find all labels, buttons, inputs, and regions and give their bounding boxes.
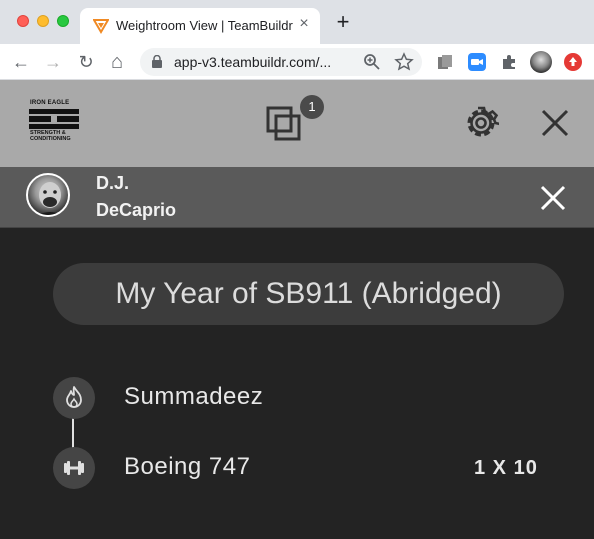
forward-button[interactable]: → — [42, 51, 64, 73]
window-zoom-button[interactable] — [57, 15, 69, 27]
app-header: IRON EAGLE STRENGTH & CONDITIONING 1 — [0, 80, 594, 167]
athlete-avatar — [26, 173, 70, 217]
notification-badge: 1 — [300, 95, 324, 119]
reload-button[interactable]: ↻ — [75, 51, 97, 73]
window-minimize-button[interactable] — [37, 15, 49, 27]
url-text: app-v3.teambuildr.com/... — [174, 54, 332, 70]
browser-toolbar: ← → ↻ ⌂ app-v3.teambuildr.com/... — [0, 44, 594, 80]
zoom-icon[interactable] — [362, 52, 382, 72]
logo-top-text: IRON EAGLE — [30, 100, 70, 106]
bookmark-star-icon[interactable] — [394, 52, 414, 72]
gear-icon[interactable] — [463, 105, 499, 141]
athlete-first-name: D.J. — [96, 173, 130, 193]
lock-icon — [152, 55, 162, 68]
upload-extension-icon[interactable] — [564, 53, 582, 71]
iron-eagle-logo: IRON EAGLE STRENGTH & CONDITIONING — [28, 100, 80, 146]
flame-icon — [66, 386, 82, 408]
tab-close-icon[interactable]: × — [294, 14, 314, 34]
close-athlete-icon[interactable] — [538, 183, 568, 213]
timeline-connector — [72, 418, 74, 448]
new-tab-button[interactable]: + — [333, 11, 353, 33]
exercise-summadeez[interactable]: Summadeez — [124, 383, 263, 411]
warmup-circle — [53, 377, 95, 419]
tab-title: Weightroom View | TeamBuildr — [116, 18, 293, 33]
extensions-puzzle-icon[interactable] — [500, 53, 518, 71]
address-bar[interactable]: app-v3.teambuildr.com/... — [140, 48, 422, 76]
dumbbell-icon — [64, 461, 84, 475]
profile-avatar[interactable] — [530, 51, 552, 73]
window-close-button[interactable] — [17, 15, 29, 27]
logo-emblem-icon — [29, 109, 79, 129]
zoom-extension-icon[interactable] — [468, 53, 486, 71]
teambuildr-favicon-icon — [93, 19, 109, 34]
athlete-photo-icon — [38, 182, 62, 215]
exercise-sets-reps: 1 X 10 — [474, 457, 538, 479]
back-button[interactable]: ← — [10, 51, 32, 73]
extension-copy-icon[interactable] — [436, 53, 454, 71]
athlete-last-name: DeCaprio — [96, 200, 177, 220]
browser-tab[interactable]: Weightroom View | TeamBuildr × — [80, 8, 320, 44]
exercise-boeing-747[interactable]: Boeing 747 — [124, 453, 250, 481]
athlete-bar: D.J. DeCaprio — [0, 167, 594, 228]
logo-bottom-text: STRENGTH & CONDITIONING — [30, 130, 71, 142]
copy-workout-icon[interactable] — [266, 106, 302, 142]
workout-title: My Year of SB911 (Abridged) — [53, 263, 564, 325]
exercise-circle — [53, 447, 95, 489]
home-button[interactable]: ⌂ — [106, 51, 128, 73]
browser-tab-bar: Weightroom View | TeamBuildr × + — [0, 0, 594, 44]
close-icon[interactable] — [540, 108, 570, 138]
